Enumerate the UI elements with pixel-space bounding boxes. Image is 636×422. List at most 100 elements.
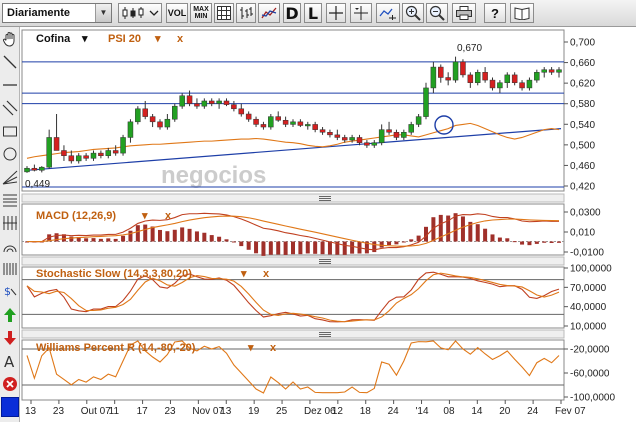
cursor-tool-button[interactable]: [350, 3, 372, 23]
horizontal-line-tool[interactable]: [1, 75, 19, 95]
zoom-area-button[interactable]: [376, 3, 400, 23]
y-tick-label: 10,0000: [570, 322, 607, 333]
text-tool[interactable]: A: [1, 351, 19, 371]
pan-tool[interactable]: [1, 29, 19, 49]
macd-close-icon[interactable]: x: [165, 210, 172, 222]
grid-button[interactable]: [214, 3, 234, 23]
williams-close-icon[interactable]: x: [270, 342, 277, 354]
scale-tool[interactable]: $: [1, 282, 19, 302]
panel-splitter-3[interactable]: [21, 329, 565, 339]
indicator-chevron-down-icon[interactable]: ▾: [154, 33, 161, 45]
period-select[interactable]: Diariamente ▼: [2, 3, 112, 23]
min-price-label: 0,449: [25, 179, 50, 190]
maxmin-button[interactable]: MAX MIN: [190, 3, 212, 23]
candle-body: [231, 104, 237, 110]
gann-tool[interactable]: [1, 213, 19, 233]
candle-body: [319, 129, 326, 133]
cycle-tool[interactable]: [1, 259, 19, 279]
candle-body: [541, 69, 547, 73]
macd-histogram-bar: [520, 241, 525, 245]
candle-body: [445, 77, 451, 81]
help-button[interactable]: ?: [484, 3, 506, 23]
rectangle-tool[interactable]: [1, 121, 19, 141]
macd-histogram-bar: [254, 241, 259, 254]
fibonacci-tool[interactable]: [1, 190, 19, 210]
compare-button[interactable]: [258, 3, 280, 23]
williams-y-axis: -20,0000 -60,0000 -100,0000: [564, 345, 615, 404]
macd-histogram-bar: [224, 239, 229, 242]
macd-histogram-bar: [320, 241, 325, 255]
stochastic-panel: Stochastic Slow (14,3,3,80,20) ▾ x 100,0…: [21, 264, 612, 333]
candle-body: [186, 95, 193, 104]
x-tick-label: 14: [471, 406, 483, 417]
x-tick-label: 24: [527, 406, 539, 417]
macd-histogram-bar: [121, 235, 126, 242]
candle-body: [378, 129, 385, 143]
macd-histogram-bar: [387, 241, 392, 246]
macd-histogram-bar: [291, 241, 295, 255]
zoom-out-button[interactable]: [426, 3, 448, 23]
x-tick-label: 24: [388, 406, 400, 417]
crosshair-icon: [329, 6, 343, 20]
candlestick-type-button[interactable]: [118, 3, 162, 23]
macd-histogram-bar: [305, 241, 310, 254]
macd-title[interactable]: MACD (12,26,9): [36, 210, 116, 222]
sell-signal-tool[interactable]: [1, 328, 19, 348]
chart-area[interactable]: negocios 0,670 0,449 Cofina ▾ PSI 20 ▾ x…: [21, 27, 636, 422]
candle-body: [415, 116, 422, 125]
panel-splitter-1[interactable]: [21, 193, 565, 203]
indicator-title[interactable]: PSI 20: [108, 33, 141, 45]
arc-tool[interactable]: [1, 236, 19, 256]
x-tick-label: 20: [499, 406, 511, 417]
cycle-lines-icon: [3, 263, 17, 275]
panel-splitter-2[interactable]: [21, 256, 565, 266]
hand-icon: [2, 32, 15, 47]
macd-chevron-down-icon[interactable]: ▾: [141, 210, 148, 222]
linear-scale-button[interactable]: L: [304, 3, 322, 23]
candle-body: [297, 121, 304, 126]
macd-histogram-bar: [231, 241, 236, 243]
symbol-title[interactable]: Cofina: [36, 33, 71, 45]
stochastic-chevron-down-icon[interactable]: ▾: [240, 268, 247, 280]
crosshair-button[interactable]: [326, 3, 346, 23]
x-tick-label: 23: [164, 406, 176, 417]
candle-body: [253, 118, 259, 125]
macd-histogram-bar: [497, 237, 502, 242]
macd-histogram-bar: [409, 239, 414, 242]
macd-histogram-bar: [91, 238, 96, 242]
buy-signal-tool[interactable]: [1, 305, 19, 325]
macd-histogram-bar: [202, 232, 207, 242]
channel-tool[interactable]: [1, 98, 19, 118]
print-button[interactable]: [452, 3, 476, 23]
stochastic-title[interactable]: Stochastic Slow (14,3,3,80,20): [36, 268, 192, 280]
fibonacci-icon: [3, 194, 17, 207]
candle-body: [31, 167, 38, 171]
williams-chevron-down-icon[interactable]: ▾: [247, 342, 254, 354]
zoom-in-button[interactable]: [402, 3, 424, 23]
macd-histogram-bar: [534, 241, 539, 244]
y-tick-label: 0,420: [570, 182, 595, 193]
manual-button[interactable]: [510, 3, 534, 23]
line-tool[interactable]: [1, 52, 19, 72]
macd-histogram-bar: [283, 241, 288, 255]
fan-tool[interactable]: [1, 167, 19, 187]
color-picker-tool[interactable]: [1, 397, 19, 417]
symbol-chevron-down-icon[interactable]: ▾: [81, 33, 88, 45]
delete-tool[interactable]: [1, 374, 19, 394]
x-tick-label: 12: [332, 406, 344, 417]
williams-title[interactable]: Williams Percent R (14,-80,-20): [36, 342, 196, 354]
help-label: ?: [491, 5, 499, 21]
bar-chart-type-button[interactable]: [236, 3, 256, 23]
candle-body: [157, 121, 163, 128]
volume-button[interactable]: VOL: [166, 3, 188, 23]
macd-histogram-bar: [172, 229, 177, 242]
y-tick-label: 0,010: [570, 228, 595, 239]
x-tick-label: Fev 07: [555, 406, 586, 417]
stochastic-close-icon[interactable]: x: [263, 268, 270, 280]
daily-button[interactable]: D: [283, 3, 301, 23]
chevron-down-icon[interactable]: ▼: [95, 4, 111, 22]
indicator-close-icon[interactable]: x: [177, 33, 184, 45]
ellipse-tool[interactable]: [1, 144, 19, 164]
candle-body: [172, 105, 178, 120]
y-tick-label: -0,0100: [570, 248, 604, 259]
